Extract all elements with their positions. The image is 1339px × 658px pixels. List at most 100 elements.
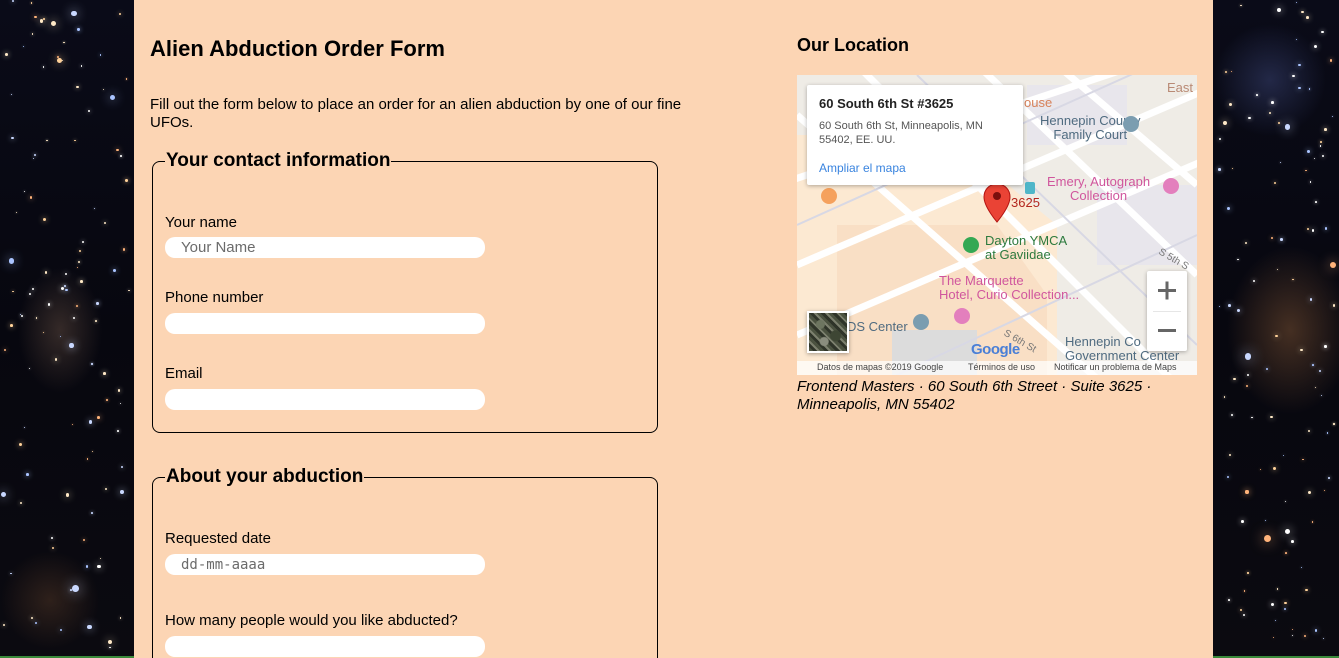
star (109, 94, 116, 101)
star (1274, 620, 1276, 622)
star (1306, 228, 1309, 231)
map-info-window: 60 South 6th St #3625 60 South 6th St, M… (807, 85, 1023, 185)
star (50, 536, 53, 540)
star (10, 572, 12, 575)
star (1324, 489, 1326, 491)
star (1322, 155, 1325, 158)
star (94, 207, 96, 209)
name-label: Your name (165, 214, 237, 231)
star (1308, 429, 1311, 432)
minus-icon (1158, 329, 1176, 332)
star (1290, 540, 1294, 543)
report-problem-link[interactable]: Notificar un problema de Maps (1054, 362, 1177, 372)
info-address: 60 South 6th St, Minneapolis, MN 55402, … (819, 120, 983, 146)
date-label: Requested date (165, 530, 271, 547)
star (87, 109, 91, 112)
star (1333, 423, 1335, 425)
star (71, 10, 77, 17)
hotel-icon (954, 308, 970, 324)
phone-input[interactable] (165, 313, 485, 334)
star (12, 0, 15, 3)
star (31, 288, 34, 291)
star (69, 343, 74, 348)
star (64, 285, 67, 287)
star (1240, 4, 1242, 6)
star (116, 430, 119, 433)
map-label-ouse: ouse (1024, 95, 1053, 110)
star (1247, 572, 1249, 574)
star (1324, 128, 1327, 131)
star (26, 473, 29, 476)
star (1276, 7, 1281, 12)
star (1312, 364, 1314, 366)
star (1291, 635, 1293, 637)
star (50, 20, 56, 26)
star (88, 420, 92, 424)
map[interactable]: East ouse Hennepin County Family Court E… (797, 75, 1197, 375)
restaurant-icon (821, 188, 837, 204)
star (1309, 298, 1313, 301)
star (1314, 200, 1317, 203)
star (1298, 63, 1301, 67)
star (1282, 454, 1285, 457)
zoom-out-button[interactable] (1147, 311, 1187, 351)
location-title: Our Location (797, 35, 909, 55)
star (102, 88, 105, 91)
star (1280, 238, 1283, 241)
star (107, 639, 113, 645)
star (1319, 145, 1322, 147)
zoom-in-button[interactable] (1147, 271, 1187, 311)
star (1333, 304, 1336, 307)
enlarge-map-link[interactable]: Ampliar el mapa (819, 161, 906, 175)
gym-icon (963, 237, 979, 253)
zoom-control (1147, 271, 1187, 351)
star (87, 624, 92, 630)
star (1252, 279, 1256, 282)
star (8, 258, 14, 264)
star (1328, 476, 1331, 479)
star (1227, 206, 1231, 210)
star (1277, 588, 1279, 590)
star (29, 292, 32, 296)
place-ids-center: DS Center (847, 319, 908, 334)
star (77, 28, 80, 31)
location-pin-icon (983, 183, 1011, 223)
star (42, 331, 44, 333)
star (35, 317, 38, 319)
star (76, 304, 79, 307)
star (97, 564, 101, 569)
star (34, 15, 37, 19)
star (97, 416, 100, 420)
star (1227, 476, 1230, 479)
star (1237, 309, 1240, 313)
people-input[interactable] (165, 636, 485, 657)
star (1218, 168, 1221, 171)
terms-link[interactable]: Términos de uso (968, 362, 1035, 372)
place-emery: Emery, Autograph Collection (1047, 174, 1151, 203)
star (1299, 348, 1303, 352)
map-data-credit: Datos de mapas ©2019 Google (817, 362, 944, 372)
star (1305, 16, 1309, 19)
star (1329, 59, 1333, 62)
star (1276, 268, 1278, 271)
google-logo: Google (971, 341, 1020, 358)
star (76, 267, 78, 269)
page-content: Alien Abduction Order Form Fill out the … (134, 0, 1213, 658)
star (1292, 279, 1294, 281)
star (1312, 521, 1314, 523)
star (96, 302, 99, 305)
star (78, 261, 81, 264)
star (91, 363, 93, 365)
star (1324, 227, 1328, 230)
star (1239, 609, 1242, 612)
date-input[interactable] (165, 554, 485, 575)
place-dayton: Dayton YMCA at Gaviidae (985, 233, 1068, 262)
contact-legend: Your contact information (166, 150, 391, 171)
star (91, 511, 94, 514)
name-input[interactable] (165, 237, 485, 258)
satellite-view-toggle[interactable] (807, 311, 849, 353)
star (103, 221, 106, 225)
star (1245, 241, 1248, 244)
star (4, 53, 8, 56)
email-input[interactable] (165, 389, 485, 410)
